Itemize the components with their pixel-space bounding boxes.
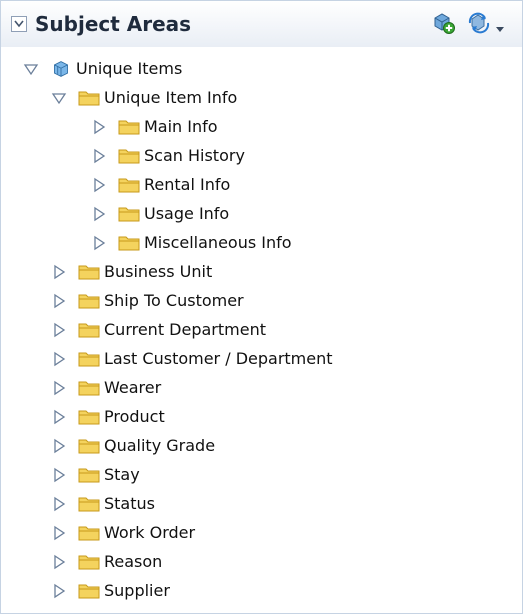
collapsed-triangle-icon[interactable] (91, 177, 107, 193)
folder-icon (118, 120, 140, 134)
subject-area-tree: Unique Items Unique Item Info Main Info Sca… (1, 47, 522, 613)
tree-node-folder[interactable]: Current Department (51, 315, 266, 344)
tree-node-folder[interactable]: Last Customer / Department (51, 344, 333, 373)
folder-icon (78, 497, 100, 511)
tree-node-child[interactable]: Rental Info (91, 170, 230, 199)
expanded-triangle-icon[interactable] (51, 90, 67, 106)
tree-node-folder[interactable]: Work Order (51, 518, 195, 547)
add-subject-area-button[interactable] (431, 11, 455, 39)
folder-icon (78, 439, 100, 453)
tree-node-folder[interactable]: Status (51, 489, 155, 518)
collapse-toggle[interactable] (11, 16, 27, 32)
tree-node-label: Last Customer / Department (104, 349, 333, 368)
folder-icon (118, 236, 140, 250)
folder-icon (118, 178, 140, 192)
tree-node-label: Status (104, 494, 155, 513)
tree-node-folder[interactable]: Stay (51, 460, 140, 489)
caret-down-icon (496, 27, 504, 32)
collapsed-triangle-icon[interactable] (51, 438, 67, 454)
collapsed-triangle-icon[interactable] (51, 496, 67, 512)
tree-node-label: Unique Item Info (104, 88, 238, 107)
tree-node-child[interactable]: Main Info (91, 112, 218, 141)
panel-header: Subject Areas (1, 1, 522, 48)
folder-icon (78, 555, 100, 569)
collapsed-triangle-icon[interactable] (51, 409, 67, 425)
folder-icon (118, 149, 140, 163)
refresh-icon (468, 12, 490, 34)
collapsed-triangle-icon[interactable] (51, 322, 67, 338)
tree-node-label: Current Department (104, 320, 266, 339)
folder-icon (118, 207, 140, 221)
folder-icon (78, 468, 100, 482)
tree-node-folder[interactable]: Product (51, 402, 165, 431)
tree-node-label: Scan History (144, 146, 245, 165)
refresh-menu-dropdown[interactable] (495, 19, 505, 38)
tree-node-label: Usage Info (144, 204, 230, 223)
collapsed-triangle-icon[interactable] (51, 293, 67, 309)
folder-icon (78, 323, 100, 337)
panel-title: Subject Areas (35, 12, 192, 36)
tree-node-label: Unique Items (76, 59, 183, 78)
collapsed-triangle-icon[interactable] (51, 467, 67, 483)
tree-node-label: Reason (104, 552, 163, 571)
tree-node-label: Supplier (104, 581, 170, 600)
chevron-down-icon (14, 20, 24, 28)
folder-icon (78, 410, 100, 424)
cube-icon (54, 60, 68, 77)
folder-icon (78, 526, 100, 540)
collapsed-triangle-icon[interactable] (91, 148, 107, 164)
tree-node-label: Product (104, 407, 165, 426)
folder-icon (78, 265, 100, 279)
expanded-triangle-icon[interactable] (23, 61, 39, 77)
tree-node-label: Stay (104, 465, 140, 484)
refresh-button[interactable] (467, 11, 491, 39)
tree-node-label: Miscellaneous Info (144, 233, 292, 252)
tree-node-label: Ship To Customer (104, 291, 244, 310)
tree-node-unique-item-info[interactable]: Unique Item Info (51, 83, 237, 112)
tree-node-label: Rental Info (144, 175, 231, 194)
folder-icon (78, 381, 100, 395)
tree-node-label: Business Unit (104, 262, 213, 281)
collapsed-triangle-icon[interactable] (51, 525, 67, 541)
tree-node-child[interactable]: Usage Info (91, 199, 229, 228)
tree-node-folder[interactable]: Reason (51, 547, 162, 576)
tree-node-child[interactable]: Miscellaneous Info (91, 228, 292, 257)
tree-node-child[interactable]: Scan History (91, 141, 245, 170)
tree-node-label: Main Info (144, 117, 218, 136)
collapsed-triangle-icon[interactable] (91, 235, 107, 251)
collapsed-triangle-icon[interactable] (51, 264, 67, 280)
collapsed-triangle-icon[interactable] (51, 583, 67, 599)
tree-node-folder[interactable]: Wearer (51, 373, 161, 402)
folder-icon (78, 91, 100, 105)
subject-areas-panel: Subject Areas Unique Items Unique Item I… (0, 0, 523, 614)
tree-node-folder[interactable]: Quality Grade (51, 431, 215, 460)
folder-icon (78, 584, 100, 598)
collapsed-triangle-icon[interactable] (51, 380, 67, 396)
tree-node-label: Quality Grade (104, 436, 216, 455)
tree-node-label: Wearer (104, 378, 162, 397)
tree-node-unique-items[interactable]: Unique Items (23, 54, 182, 83)
collapsed-triangle-icon[interactable] (91, 119, 107, 135)
collapsed-triangle-icon[interactable] (51, 351, 67, 367)
cube-plus-icon (434, 13, 455, 34)
tree-node-folder[interactable]: Business Unit (51, 257, 212, 286)
collapsed-triangle-icon[interactable] (91, 206, 107, 222)
folder-icon (78, 294, 100, 308)
tree-node-folder[interactable]: Ship To Customer (51, 286, 244, 315)
folder-icon (78, 352, 100, 366)
tree-node-label: Work Order (104, 523, 196, 542)
tree-node-folder[interactable]: Supplier (51, 576, 170, 605)
collapsed-triangle-icon[interactable] (51, 554, 67, 570)
